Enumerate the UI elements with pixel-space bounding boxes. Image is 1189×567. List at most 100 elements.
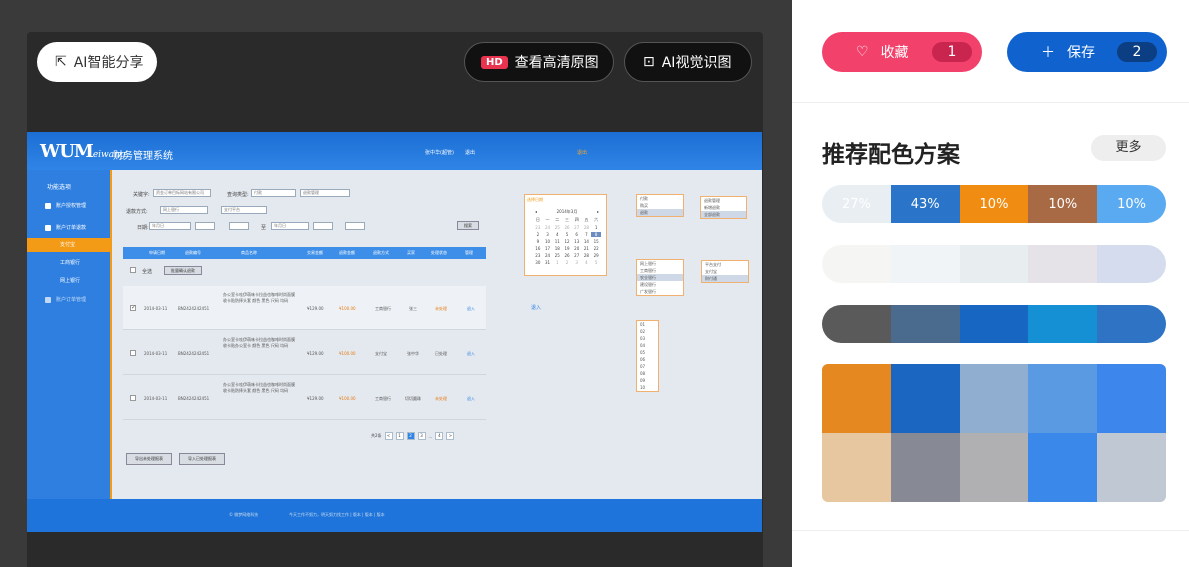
color-swatch[interactable]	[890, 245, 960, 283]
minute-select[interactable]	[229, 222, 249, 230]
color-swatch[interactable]	[1097, 305, 1166, 343]
export-unprocessed-button[interactable]: 导出未处理报表	[126, 453, 172, 465]
side-link[interactable]: 退入	[531, 304, 541, 311]
calendar-day[interactable]: 5	[562, 232, 572, 237]
pager-next[interactable]: >	[446, 432, 455, 440]
calendar-day[interactable]: 18	[552, 246, 562, 251]
color-swatch[interactable]	[1097, 245, 1166, 283]
color-swatch[interactable]	[822, 364, 891, 433]
calendar-day[interactable]: 31	[543, 260, 553, 265]
color-swatch[interactable]	[959, 305, 1029, 343]
color-swatch[interactable]	[1028, 433, 1098, 502]
calendar-day[interactable]: 28	[582, 225, 592, 230]
color-swatch[interactable]	[959, 245, 1029, 283]
calendar-day[interactable]: 9	[533, 239, 543, 244]
color-swatch[interactable]: 10%	[1097, 185, 1166, 223]
dropdown-option[interactable]: 01	[637, 321, 658, 328]
color-swatch[interactable]	[890, 364, 960, 433]
dropdown-option[interactable]: 付款	[637, 195, 683, 202]
date-start-input[interactable]: 年月日	[149, 222, 191, 230]
favorite-button[interactable]: ♡ 收藏 1	[822, 32, 982, 72]
dropdown-option[interactable]: 广发银行	[637, 288, 683, 295]
color-swatch[interactable]	[822, 433, 891, 502]
dropdown-option[interactable]: 04	[637, 342, 658, 349]
dropdown-option[interactable]: 网上银行	[637, 260, 683, 267]
pager-page[interactable]: 3	[417, 432, 426, 440]
view-hd-button[interactable]: HD 查看高清原图	[464, 42, 614, 82]
color-swatch[interactable]	[822, 245, 891, 283]
calendar-day[interactable]: 3	[543, 232, 553, 237]
color-swatch[interactable]: 43%	[890, 185, 960, 223]
row-checkbox[interactable]: ✓	[130, 305, 136, 311]
minute-end-select[interactable]	[345, 222, 365, 230]
calendar-day[interactable]: 26	[562, 253, 572, 258]
calendar-day[interactable]: 22	[591, 246, 601, 251]
color-swatch[interactable]	[822, 305, 891, 343]
pager-page-current[interactable]: 2	[406, 432, 415, 440]
calendar-day[interactable]: 1	[591, 225, 601, 230]
method-select-2[interactable]: 支付平台	[221, 206, 267, 214]
sidebar-sub-alipay[interactable]: 支付宝	[27, 238, 110, 252]
calendar-day[interactable]: 24	[543, 225, 553, 230]
more-button[interactable]: 更多	[1091, 135, 1166, 161]
calendar-day[interactable]: 25	[552, 253, 562, 258]
table-row[interactable]: ✓ 2014-03-11 BN2424242451 办公室卡哇伊萌味卡拉益也咖啡…	[123, 286, 486, 330]
row-checkbox[interactable]	[130, 350, 136, 356]
dropdown-option[interactable]: 10	[637, 384, 658, 391]
color-swatch[interactable]	[1028, 305, 1098, 343]
calendar-day[interactable]: 10	[543, 239, 553, 244]
color-swatch[interactable]	[1097, 364, 1166, 433]
calendar-day[interactable]: 7	[582, 232, 592, 237]
logout-link[interactable]: 退出	[465, 149, 475, 156]
sidebar-sub-icbc[interactable]: 工商银行	[27, 256, 110, 270]
calendar-day[interactable]: 4	[552, 232, 562, 237]
dropdown-option[interactable]: 退款管理	[701, 197, 746, 204]
calendar-day[interactable]: 13	[572, 239, 582, 244]
dropdown-option[interactable]: 财付通	[702, 275, 748, 282]
calendar-day[interactable]: 23	[533, 225, 543, 230]
calendar-day[interactable]: 12	[562, 239, 572, 244]
keyword-input[interactable]: 资金订单目标网站有限公司	[153, 189, 211, 197]
select-all-checkbox[interactable]	[130, 267, 136, 273]
color-swatch[interactable]	[890, 305, 960, 343]
calendar-day[interactable]: 20	[572, 246, 582, 251]
cal-next-icon[interactable]: ▸	[597, 209, 599, 215]
dropdown-option[interactable]: 03	[637, 335, 658, 342]
calendar-day[interactable]: 24	[543, 253, 553, 258]
calendar-day[interactable]: 28	[582, 253, 592, 258]
color-swatch[interactable]	[890, 433, 960, 502]
dropdown-option[interactable]: 建设银行	[637, 281, 683, 288]
calendar-day[interactable]: 6	[572, 232, 582, 237]
hour-select[interactable]	[195, 222, 215, 230]
pager-prev[interactable]: <	[384, 432, 393, 440]
table-row[interactable]: 2014-03-11 BN2424242451 办公室卡哇伊萌味卡拉益也咖啡时尚…	[123, 376, 486, 420]
query-type-select[interactable]: 付款	[251, 189, 296, 197]
calendar-day[interactable]: 30	[533, 260, 543, 265]
palette-grid[interactable]	[822, 364, 1166, 502]
search-button[interactable]: 搜索	[457, 221, 479, 230]
sidebar-sub-ebank[interactable]: 网上银行	[27, 274, 110, 288]
sidebar-item-orders[interactable]: 账户订单管理	[45, 296, 86, 303]
ai-vision-button[interactable]: ⊡ AI视觉识图	[624, 42, 752, 82]
calendar-day[interactable]: 16	[533, 246, 543, 251]
color-swatch[interactable]	[959, 364, 1029, 433]
calendar-day[interactable]: 19	[562, 246, 572, 251]
calendar-day[interactable]: 27	[572, 253, 582, 258]
calendar-day[interactable]: 25	[552, 225, 562, 230]
dropdown-option[interactable]: 07	[637, 363, 658, 370]
calendar-day[interactable]: 11	[552, 239, 562, 244]
color-swatch[interactable]	[1028, 364, 1098, 433]
calendar-day[interactable]: 1	[552, 260, 562, 265]
color-swatch[interactable]	[1028, 245, 1098, 283]
sidebar-item-auth[interactable]: 账户授权管理	[45, 202, 86, 209]
calendar-day[interactable]: 27	[572, 225, 582, 230]
dropdown-option[interactable]: 05	[637, 349, 658, 356]
batch-refund-button[interactable]: 批量确认退款	[164, 266, 202, 275]
dropdown-option[interactable]: 退款	[637, 209, 683, 216]
calendar-day[interactable]: 17	[543, 246, 553, 251]
calendar-day[interactable]: 23	[533, 253, 543, 258]
dropdown-option[interactable]: 08	[637, 370, 658, 377]
calendar-day[interactable]: 15	[591, 239, 601, 244]
calendar-day[interactable]: 2	[533, 232, 543, 237]
dropdown-option[interactable]: 农业银行	[637, 274, 683, 281]
